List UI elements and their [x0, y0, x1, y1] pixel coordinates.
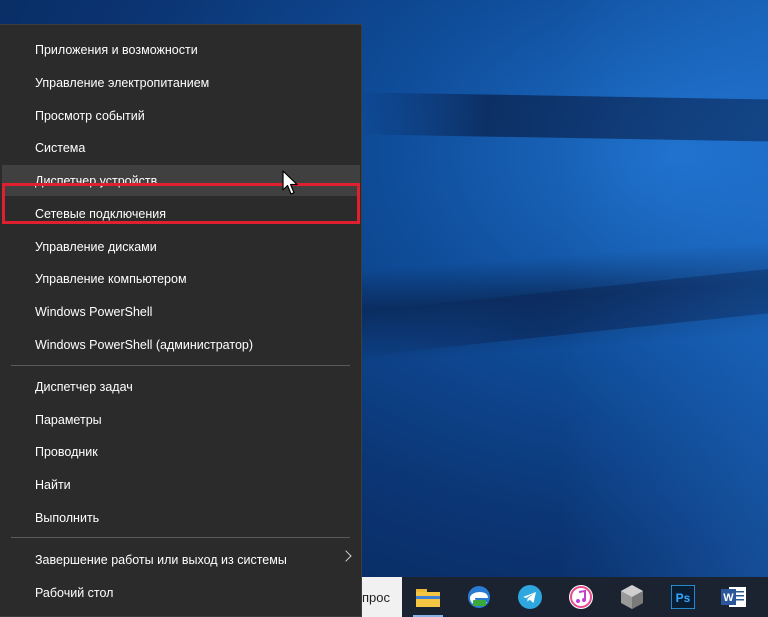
search-text: прос: [362, 589, 390, 605]
menu-item-network-connections[interactable]: Сетевые подключения: [2, 198, 360, 229]
menu-separator: [11, 365, 350, 366]
menu-item-label: Управление электропитанием: [35, 75, 210, 90]
menu-item-label: Найти: [35, 477, 71, 492]
menu-item-label: Управление дисками: [35, 239, 157, 254]
menu-item-label: Проводник: [35, 444, 98, 459]
wallpaper-light-beam: [359, 92, 768, 142]
menu-item-label: Windows PowerShell: [35, 304, 153, 319]
menu-item-label: Выполнить: [35, 510, 100, 525]
menu-item-disk-management[interactable]: Управление дисками: [2, 231, 360, 262]
menu-item-event-viewer[interactable]: Просмотр событий: [2, 100, 360, 131]
menu-item-label: Рабочий стол: [35, 585, 114, 600]
menu-item-apps-features[interactable]: Приложения и возможности: [2, 34, 360, 65]
menu-item-powershell-admin[interactable]: Windows PowerShell (администратор): [2, 329, 360, 360]
menu-item-run[interactable]: Выполнить: [2, 502, 360, 533]
photoshop-icon[interactable]: Ps: [669, 583, 697, 611]
telegram-icon[interactable]: [516, 583, 544, 611]
menu-item-label: Приложения и возможности: [35, 42, 198, 57]
menu-item-label: Диспетчер задач: [35, 379, 133, 394]
menu-item-label: Сетевые подключения: [35, 206, 167, 221]
edge-browser-icon[interactable]: [465, 583, 493, 611]
app-cube-icon[interactable]: [618, 583, 646, 611]
menu-item-device-manager[interactable]: Диспетчер устройств: [2, 165, 360, 196]
photoshop-label: Ps: [676, 591, 691, 605]
winx-context-menu: Приложения и возможности Управление элек…: [0, 24, 362, 617]
menu-item-shutdown-signout[interactable]: Завершение работы или выход из системы: [2, 544, 360, 575]
file-explorer-icon[interactable]: [414, 583, 442, 611]
menu-item-search[interactable]: Найти: [2, 469, 360, 500]
taskbar: прос Ps W: [362, 577, 768, 617]
word-label: W: [723, 592, 734, 604]
itunes-icon[interactable]: [567, 583, 595, 611]
menu-item-label: Система: [35, 140, 86, 155]
taskbar-search-box[interactable]: прос: [362, 577, 402, 617]
chevron-right-icon: [340, 550, 352, 562]
menu-item-settings[interactable]: Параметры: [2, 404, 360, 435]
menu-item-desktop[interactable]: Рабочий стол: [2, 577, 360, 608]
menu-item-file-explorer[interactable]: Проводник: [2, 436, 360, 467]
menu-item-label: Завершение работы или выход из системы: [35, 552, 287, 567]
mouse-pointer-icon: [282, 170, 298, 195]
menu-item-label: Просмотр событий: [35, 108, 145, 123]
menu-item-label: Управление компьютером: [35, 271, 187, 286]
menu-separator: [11, 537, 350, 538]
menu-item-label: Windows PowerShell (администратор): [35, 337, 254, 352]
menu-item-label: Параметры: [35, 412, 102, 427]
menu-item-powershell[interactable]: Windows PowerShell: [2, 296, 360, 327]
menu-item-label: Диспетчер устройств: [35, 173, 158, 188]
menu-item-computer-management[interactable]: Управление компьютером: [2, 263, 360, 294]
menu-item-task-manager[interactable]: Диспетчер задач: [2, 371, 360, 402]
word-icon[interactable]: W: [720, 583, 748, 611]
menu-item-power-options[interactable]: Управление электропитанием: [2, 67, 360, 98]
menu-item-system[interactable]: Система: [2, 132, 360, 163]
